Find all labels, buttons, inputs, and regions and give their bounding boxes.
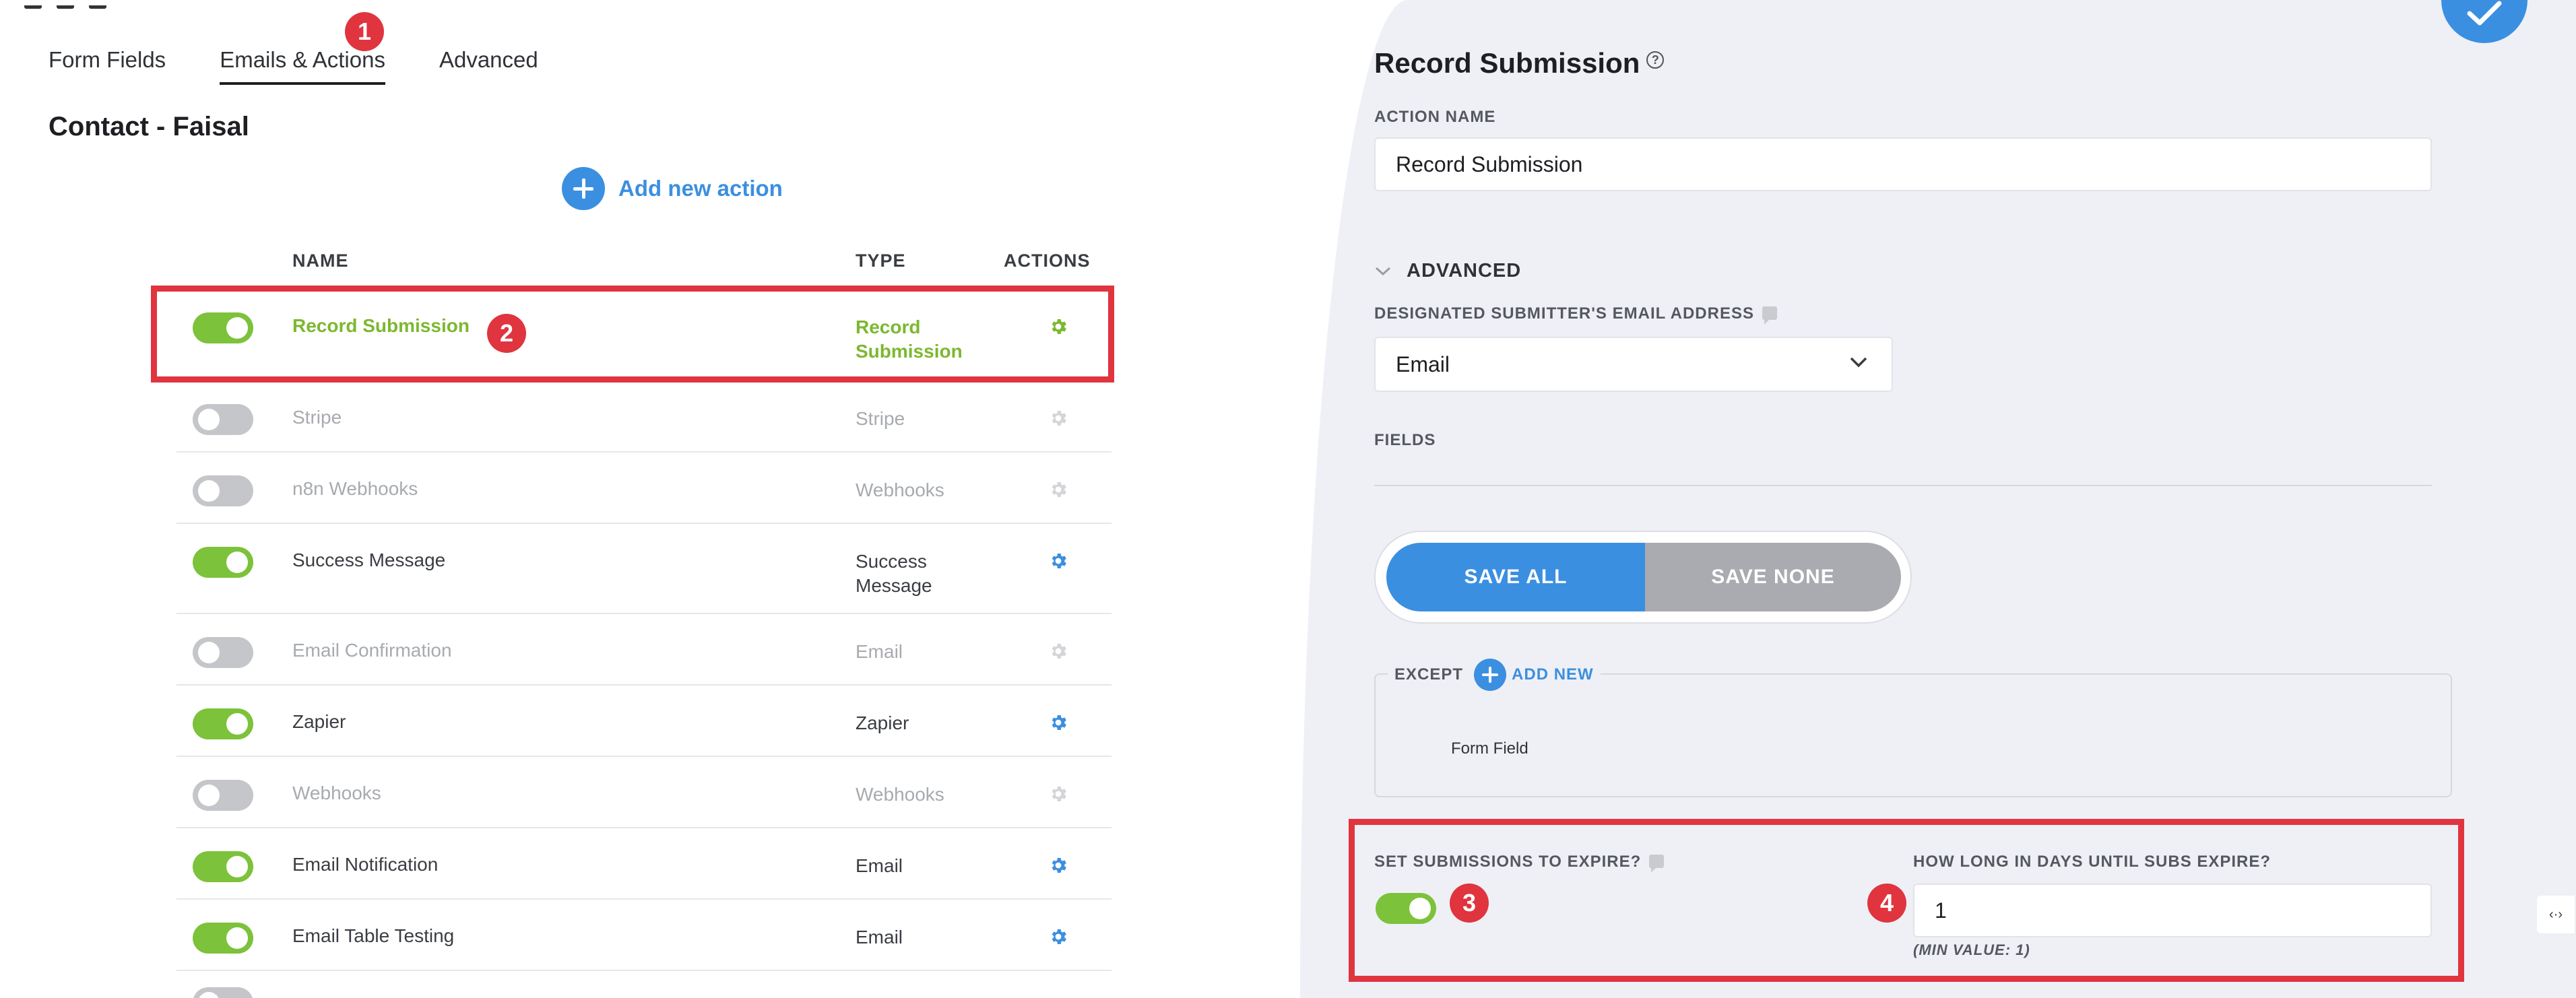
expire-label-text: SET SUBMISSIONS TO EXPIRE? [1374,853,1642,871]
action-name-label: ACTION NAME [1374,108,1496,126]
plus-circle-icon [1474,659,1507,691]
step-badge-2: 2 [487,314,526,353]
table-row: Webhooks Webhooks [176,757,1112,828]
action-type: Email [856,641,903,662]
help-icon[interactable]: ? [1646,51,1665,69]
builder-tabs: Form Fields Emails & Actions Advanced [49,47,538,85]
action-name[interactable]: n8n Webhooks [292,478,418,500]
action-name[interactable]: Email Confirmation [292,640,452,661]
gear-icon[interactable] [1048,784,1068,804]
gear-icon[interactable] [1048,855,1068,875]
highlight-box-record-submission [151,286,1114,382]
action-name[interactable]: Email Notification [292,854,438,875]
action-name[interactable]: Zapier [292,711,346,733]
action-type: Zapier [856,712,909,733]
action-enable-toggle[interactable] [193,404,253,435]
add-new-label: ADD NEW [1512,665,1594,684]
except-label: EXCEPT [1394,665,1464,684]
days-until-expire-label: HOW LONG IN DAYS UNTIL SUBS EXPIRE? [1913,853,2272,871]
save-none-button[interactable]: SAVE NONE [1645,543,1901,611]
chevron-down-icon [1850,357,1867,368]
action-name-input[interactable]: Record Submission [1374,137,2432,191]
column-header-name: NAME [292,251,349,271]
action-type: Success Message [856,551,932,596]
form-title: Contact - Faisal [49,112,249,141]
column-header-type: TYPE [856,251,906,271]
table-row-partial [176,971,1112,998]
actions-list-panel: Form Fields Emails & Actions Advanced 1 … [0,0,1341,998]
table-row: Email Table Testing Email [176,900,1112,971]
action-name[interactable]: Stripe [292,407,342,428]
tab-advanced[interactable]: Advanced [439,47,538,85]
advanced-section-label: ADVANCED [1407,260,1522,281]
drawer-title-text: Record Submission [1374,47,1640,79]
action-type: Webhooks [856,784,944,805]
drawer-title: Record Submission ? [1374,47,1665,79]
table-row: Email Notification Email [176,828,1112,900]
submitter-email-label: DESIGNATED SUBMITTER'S EMAIL ADDRESS [1374,304,1777,325]
fields-label: FIELDS [1374,431,1436,449]
add-new-action-label: Add new action [618,176,783,201]
comment-icon[interactable] [1649,855,1665,873]
action-enable-toggle[interactable] [193,780,253,811]
action-type: Email [856,927,903,947]
comment-icon[interactable] [1762,306,1777,325]
tab-form-fields[interactable]: Form Fields [49,47,166,85]
step-badge-4: 4 [1867,884,1906,923]
except-fieldset [1374,673,2452,797]
submitter-email-label-text: DESIGNATED SUBMITTER'S EMAIL ADDRESS [1374,304,1754,323]
gear-icon[interactable] [1048,408,1068,428]
table-row: Success Message Success Message [176,524,1112,614]
save-mode-toggle-group: SAVE ALL SAVE NONE [1374,531,1912,624]
expire-label: SET SUBMISSIONS TO EXPIRE? [1374,853,1665,873]
action-enable-toggle[interactable] [193,987,253,998]
action-name[interactable]: Email Table Testing [292,925,454,947]
gear-icon[interactable] [1048,927,1068,947]
tab-emails-actions[interactable]: Emails & Actions [220,47,385,85]
fields-divider [1374,485,2432,486]
gear-icon[interactable] [1048,479,1068,500]
form-field-column-label: Form Field [1451,739,1528,758]
except-header: EXCEPT ADD NEW [1388,659,1601,691]
submitter-email-select[interactable]: Email [1374,337,1893,392]
advanced-section-toggle[interactable]: ADVANCED [1374,260,1521,282]
action-enable-toggle[interactable] [193,923,253,954]
top-toolbar-edge [24,0,152,9]
action-name[interactable]: Webhooks [292,783,381,804]
table-row: Stripe Stripe [176,381,1112,453]
table-row: Email Confirmation Email [176,614,1112,686]
expire-submissions-toggle[interactable] [1376,893,1436,924]
step-badge-1: 1 [345,12,384,51]
gear-icon[interactable] [1048,712,1068,733]
action-enable-toggle[interactable] [193,851,253,882]
action-type: Email [856,855,903,876]
step-badge-3: 3 [1450,884,1489,923]
action-name[interactable]: Success Message [292,550,445,571]
add-new-action-button[interactable]: Add new action [562,167,783,210]
column-header-actions: ACTIONS [1004,251,1091,271]
chevron-down-icon [1375,267,1391,275]
days-until-expire-input[interactable]: 1 [1913,884,2432,937]
table-row: n8n Webhooks Webhooks [176,453,1112,524]
submitter-email-select-value: Email [1396,352,1450,376]
actions-table: Record Submission Record Submission Stri… [176,290,1112,998]
action-type: Stripe [856,408,905,429]
plus-circle-icon [562,167,605,210]
gear-icon[interactable] [1048,551,1068,571]
add-new-exception-button[interactable]: ADD NEW [1474,659,1594,691]
side-code-tool[interactable]: ‹·› [2537,896,2575,933]
min-value-hint: (MIN VALUE: 1) [1913,941,2030,958]
gear-icon[interactable] [1048,641,1068,661]
checkmark-icon [2467,1,2502,26]
save-all-button[interactable]: SAVE ALL [1386,543,1645,611]
action-enable-toggle[interactable] [193,475,253,506]
action-enable-toggle[interactable] [193,637,253,668]
action-enable-toggle[interactable] [193,547,253,578]
action-type: Webhooks [856,479,944,500]
table-row: Zapier Zapier [176,686,1112,757]
action-enable-toggle[interactable] [193,708,253,739]
